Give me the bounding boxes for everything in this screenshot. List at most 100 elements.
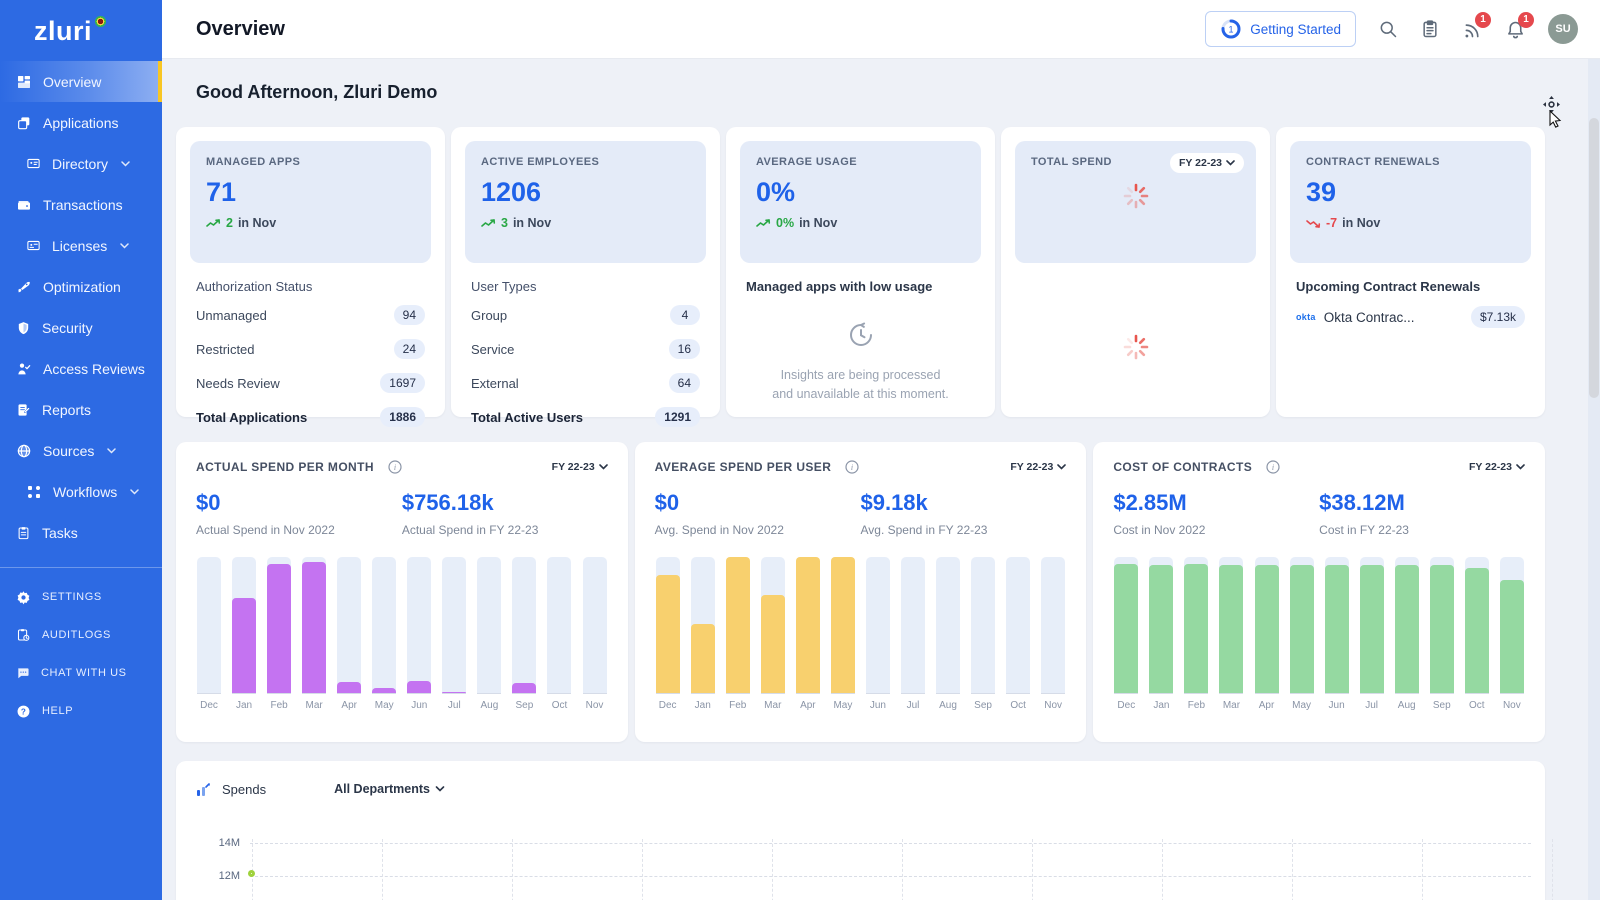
grid-icon <box>16 74 32 90</box>
clipboard-icon[interactable] <box>1420 19 1440 39</box>
x-axis-label: Jul <box>1365 700 1378 711</box>
sidebar-item-applications[interactable]: Applications <box>0 102 162 143</box>
bar-nov[interactable]: Nov <box>1040 557 1066 711</box>
fy-selector-dropdown[interactable]: FY 22-23 <box>1469 461 1525 473</box>
bar-jun[interactable]: Jun <box>406 557 432 711</box>
sidebar-item-optimization[interactable]: Optimization <box>0 266 162 307</box>
average-spend-per-user-card: AVERAGE SPEND PER USER i FY 22-23 $0 Avg… <box>635 442 1087 742</box>
bar-apr[interactable]: Apr <box>795 557 821 711</box>
fy-selector-dropdown[interactable]: FY 22-23 <box>1170 153 1244 173</box>
gridline <box>382 839 383 900</box>
bar-apr[interactable]: Apr <box>1254 557 1280 711</box>
zluri-logo[interactable]: zluri <box>0 0 162 61</box>
bar-mar[interactable]: Mar <box>1218 557 1244 711</box>
fy-selector-dropdown[interactable]: FY 22-23 <box>1010 461 1066 473</box>
x-axis-label: Apr <box>341 700 357 711</box>
sidebar-item-chat-with-us[interactable]: CHAT WITH US <box>0 654 162 692</box>
sidebar-item-auditlogs[interactable]: AUDITLOGS <box>0 616 162 654</box>
list-item-total: Total Applications1886 <box>190 400 431 434</box>
department-filter-dropdown[interactable]: All Departments <box>334 782 445 796</box>
bar-may[interactable]: May <box>1289 557 1315 711</box>
bar-jan[interactable]: Jan <box>231 557 257 711</box>
x-axis-label: Nov <box>1044 700 1062 711</box>
bar-jan[interactable]: Jan <box>690 557 716 711</box>
x-axis-label: Dec <box>1117 700 1135 711</box>
id-card-icon <box>26 156 41 171</box>
bar-nov[interactable]: Nov <box>582 557 608 711</box>
bar-sep[interactable]: Sep <box>970 557 996 711</box>
card-value: 1206 <box>481 177 690 208</box>
bar-nov[interactable]: Nov <box>1499 557 1525 711</box>
bar-oct[interactable]: Oct <box>1464 557 1490 711</box>
active-employees-tile: ACTIVE EMPLOYEES 1206 3 in Nov <box>465 141 706 263</box>
search-icon[interactable] <box>1378 19 1398 39</box>
bar-sep[interactable]: Sep <box>1429 557 1455 711</box>
x-axis-label: Feb <box>1188 700 1205 711</box>
sidebar-item-sources[interactable]: Sources <box>0 430 162 471</box>
bar-jul[interactable]: Jul <box>441 557 467 711</box>
bar-jun[interactable]: Jun <box>1324 557 1350 711</box>
bar-feb[interactable]: Feb <box>1183 557 1209 711</box>
monthly-bar-chart: Dec Jan Feb Mar Apr May Jun Jul <box>1113 553 1525 711</box>
bar-sep[interactable]: Sep <box>511 557 537 711</box>
bar-jul[interactable]: Jul <box>900 557 926 711</box>
bar-feb[interactable]: Feb <box>266 557 292 711</box>
bar-jul[interactable]: Jul <box>1359 557 1385 711</box>
spends-label: Spends <box>222 782 266 797</box>
bar-dec[interactable]: Dec <box>655 557 681 711</box>
info-icon[interactable]: i <box>388 460 402 474</box>
bar-aug[interactable]: Aug <box>1394 557 1420 711</box>
sidebar-item-transactions[interactable]: Transactions <box>0 184 162 225</box>
bar-dec[interactable]: Dec <box>1113 557 1139 711</box>
bar-jan[interactable]: Jan <box>1148 557 1174 711</box>
renewal-list-item[interactable]: okta Okta Contrac... $7.13k <box>1290 298 1531 336</box>
sidebar-item-label: Reports <box>42 402 91 418</box>
sidebar-divider <box>0 567 162 568</box>
sidebar-nav: Overview Applications Directory Transact… <box>0 61 162 553</box>
info-icon[interactable]: i <box>845 460 859 474</box>
bar-may[interactable]: May <box>830 557 856 711</box>
info-icon[interactable]: i <box>1266 460 1280 474</box>
page-scrollbar[interactable] <box>1588 58 1600 900</box>
x-axis-label: May <box>1292 700 1311 711</box>
sidebar-item-access-reviews[interactable]: Access Reviews <box>0 348 162 389</box>
bar-jun[interactable]: Jun <box>865 557 891 711</box>
line-series-point[interactable] <box>248 870 255 877</box>
bar-mar[interactable]: Mar <box>760 557 786 711</box>
bar-aug[interactable]: Aug <box>935 557 961 711</box>
chevron-down-icon <box>107 448 116 454</box>
sidebar-item-licenses[interactable]: Licenses <box>0 225 162 266</box>
sidebar-item-settings[interactable]: SETTINGS <box>0 578 162 616</box>
widget-move-handle-icon[interactable] <box>1543 96 1560 113</box>
bar-oct[interactable]: Oct <box>1005 557 1031 711</box>
gridline <box>1422 839 1423 900</box>
sidebar-item-reports[interactable]: Reports <box>0 389 162 430</box>
sidebar-item-workflows[interactable]: Workflows <box>0 471 162 512</box>
x-axis-label: Mar <box>306 700 323 711</box>
sidebar-item-directory[interactable]: Directory <box>0 143 162 184</box>
getting-started-button[interactable]: 1 Getting Started <box>1205 11 1356 47</box>
x-axis-label: May <box>375 700 394 711</box>
bar-apr[interactable]: Apr <box>336 557 362 711</box>
loading-spinner <box>1031 182 1240 210</box>
sidebar-item-help[interactable]: ? HELP <box>0 692 162 730</box>
x-axis-label: Jun <box>870 700 886 711</box>
bar-feb[interactable]: Feb <box>725 557 751 711</box>
user-avatar[interactable]: SU <box>1548 14 1578 44</box>
clipboard-icon <box>16 525 31 541</box>
activity-feed-icon[interactable]: 1 <box>1462 19 1483 40</box>
fy-selector-dropdown[interactable]: FY 22-23 <box>552 461 608 473</box>
sidebar-item-security[interactable]: Security <box>0 307 162 348</box>
managed-apps-card: MANAGED APPS 71 2 in Nov Authorization S… <box>176 127 445 417</box>
help-icon: ? <box>16 704 31 719</box>
bar-mar[interactable]: Mar <box>301 557 327 711</box>
sidebar-item-overview[interactable]: Overview <box>0 61 162 102</box>
sidebar-item-tasks[interactable]: Tasks <box>0 512 162 553</box>
x-axis-label: Jun <box>411 700 427 711</box>
bar-dec[interactable]: Dec <box>196 557 222 711</box>
bar-oct[interactable]: Oct <box>546 557 572 711</box>
bar-aug[interactable]: Aug <box>476 557 502 711</box>
bar-may[interactable]: May <box>371 557 397 711</box>
notifications-bell-icon[interactable]: 1 <box>1505 19 1526 40</box>
scrollbar-thumb[interactable] <box>1589 118 1599 398</box>
